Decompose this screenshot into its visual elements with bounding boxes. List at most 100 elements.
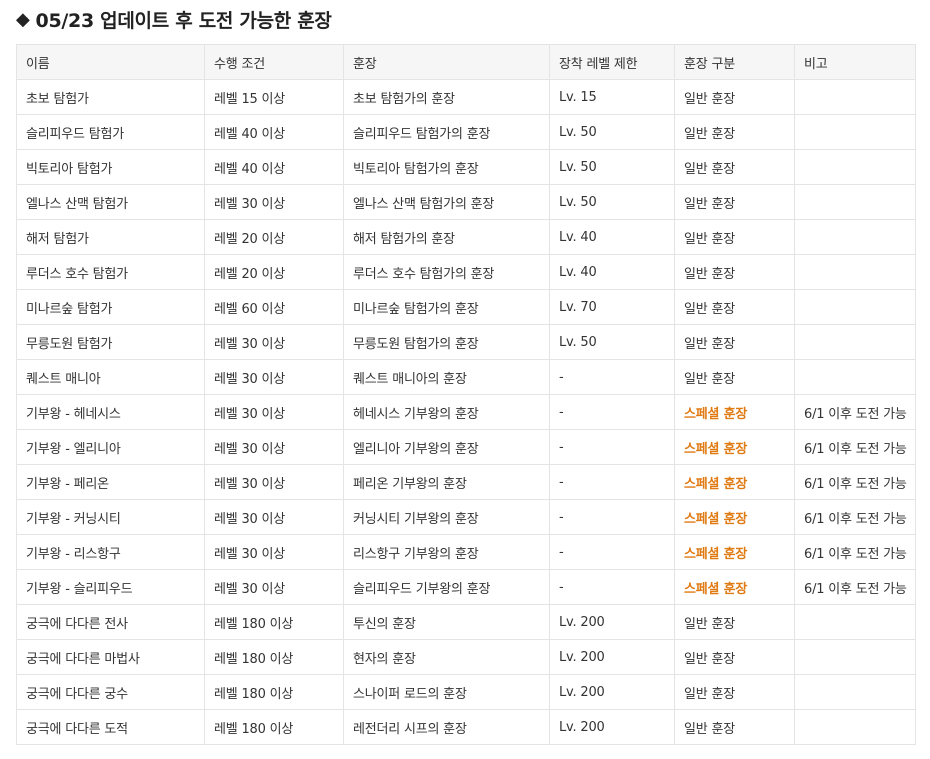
cell-name: 기부왕 - 리스항구 [16, 534, 205, 570]
cell-medal: 초보 탐험가의 훈장 [343, 79, 550, 115]
cell-medal-type: 일반 훈장 [674, 289, 795, 325]
cell-note [794, 674, 916, 710]
cell-condition: 레벨 180 이상 [204, 674, 344, 710]
header-level-limit: 장착 레벨 제한 [549, 44, 675, 80]
cell-level-limit: Lv. 40 [549, 219, 675, 255]
cell-name: 슬리피우드 탐험가 [16, 114, 205, 150]
cell-medal-type: 스페셜 훈장 [674, 499, 795, 535]
cell-note: 6/1 이후 도전 가능 [794, 429, 916, 465]
cell-name: 기부왕 - 커닝시티 [16, 499, 205, 535]
cell-condition: 레벨 30 이상 [204, 184, 344, 220]
cell-medal: 미나르숲 탐험가의 훈장 [343, 289, 550, 325]
table-row: 엘나스 산맥 탐험가 레벨 30 이상 엘나스 산맥 탐험가의 훈장 Lv. 50 일반… [16, 184, 916, 220]
cell-medal-type: 일반 훈장 [674, 254, 795, 290]
cell-level-limit: - [549, 394, 675, 430]
table-row: 퀘스트 매니아 레벨 30 이상 퀘스트 매니아의 훈장 - 일반 훈장 [16, 359, 916, 395]
table-row: 루더스 호수 탐험가 레벨 20 이상 루더스 호수 탐험가의 훈장 Lv. 40 일반… [16, 254, 916, 290]
table-row: 초보 탐험가 레벨 15 이상 초보 탐험가의 훈장 Lv. 15 일반 훈장 [16, 79, 916, 115]
cell-note: 6/1 이후 도전 가능 [794, 394, 916, 430]
cell-condition: 레벨 30 이상 [204, 464, 344, 500]
cell-name: 빅토리아 탐험가 [16, 149, 205, 185]
cell-medal: 슬리피우드 탐험가의 훈장 [343, 114, 550, 150]
cell-medal-type: 일반 훈장 [674, 674, 795, 710]
cell-medal: 현자의 훈장 [343, 639, 550, 675]
cell-note [794, 639, 916, 675]
cell-medal: 리스항구 기부왕의 훈장 [343, 534, 550, 570]
cell-note: 6/1 이후 도전 가능 [794, 534, 916, 570]
cell-name: 궁극에 다다른 궁수 [16, 674, 205, 710]
table-row: 궁극에 다다른 도적 레벨 180 이상 레전더리 시프의 훈장 Lv. 200 일반 … [16, 709, 916, 745]
table-row: 기부왕 - 헤네시스 레벨 30 이상 헤네시스 기부왕의 훈장 - 스페셜 훈장 6/1… [16, 394, 916, 430]
cell-condition: 레벨 30 이상 [204, 534, 344, 570]
cell-level-limit: - [549, 359, 675, 395]
cell-note: 6/1 이후 도전 가능 [794, 569, 916, 605]
cell-note: 6/1 이후 도전 가능 [794, 499, 916, 535]
cell-condition: 레벨 30 이상 [204, 569, 344, 605]
cell-medal-type: 일반 훈장 [674, 219, 795, 255]
cell-medal-type: 일반 훈장 [674, 79, 795, 115]
table-row: 기부왕 - 커닝시티 레벨 30 이상 커닝시티 기부왕의 훈장 - 스페셜 훈장 6/1… [16, 499, 916, 535]
cell-condition: 레벨 40 이상 [204, 149, 344, 185]
cell-note: 6/1 이후 도전 가능 [794, 464, 916, 500]
cell-condition: 레벨 180 이상 [204, 604, 344, 640]
cell-medal: 슬리피우드 기부왕의 훈장 [343, 569, 550, 605]
cell-condition: 레벨 60 이상 [204, 289, 344, 325]
cell-medal-type: 스페셜 훈장 [674, 464, 795, 500]
table-row: 슬리피우드 탐험가 레벨 40 이상 슬리피우드 탐험가의 훈장 Lv. 50 일반 훈… [16, 114, 916, 150]
cell-level-limit: Lv. 70 [549, 289, 675, 325]
page-title: ◆ 05/23 업데이트 후 도전 가능한 훈장 [16, 5, 332, 33]
table-body: 초보 탐험가 레벨 15 이상 초보 탐험가의 훈장 Lv. 15 일반 훈장 슬리피우드… [16, 79, 916, 745]
header-medal-type: 훈장 구분 [674, 44, 795, 80]
cell-name: 엘나스 산맥 탐험가 [16, 184, 205, 220]
cell-name: 기부왕 - 헤네시스 [16, 394, 205, 430]
table-row: 궁극에 다다른 궁수 레벨 180 이상 스나이퍼 로드의 훈장 Lv. 200 일반 … [16, 674, 916, 710]
cell-name: 퀘스트 매니아 [16, 359, 205, 395]
cell-level-limit: Lv. 50 [549, 184, 675, 220]
cell-level-limit: Lv. 50 [549, 114, 675, 150]
cell-level-limit: Lv. 15 [549, 79, 675, 115]
diamond-icon: ◆ [16, 8, 30, 30]
cell-medal-type: 일반 훈장 [674, 639, 795, 675]
cell-note [794, 219, 916, 255]
cell-medal: 스나이퍼 로드의 훈장 [343, 674, 550, 710]
cell-condition: 레벨 15 이상 [204, 79, 344, 115]
header-name: 이름 [16, 44, 205, 80]
cell-note [794, 79, 916, 115]
cell-note [794, 604, 916, 640]
cell-medal: 엘리니아 기부왕의 훈장 [343, 429, 550, 465]
cell-name: 초보 탐험가 [16, 79, 205, 115]
table-row: 기부왕 - 리스항구 레벨 30 이상 리스항구 기부왕의 훈장 - 스페셜 훈장 6/1… [16, 534, 916, 570]
cell-condition: 레벨 30 이상 [204, 324, 344, 360]
cell-level-limit: - [549, 464, 675, 500]
table-row: 무릉도원 탐험가 레벨 30 이상 무릉도원 탐험가의 훈장 Lv. 50 일반 훈장 [16, 324, 916, 360]
cell-medal: 퀘스트 매니아의 훈장 [343, 359, 550, 395]
cell-name: 궁극에 다다른 마법사 [16, 639, 205, 675]
cell-name: 기부왕 - 페리온 [16, 464, 205, 500]
cell-level-limit: Lv. 200 [549, 604, 675, 640]
cell-level-limit: Lv. 200 [549, 709, 675, 745]
cell-medal-type: 일반 훈장 [674, 149, 795, 185]
cell-medal: 루더스 호수 탐험가의 훈장 [343, 254, 550, 290]
cell-level-limit: Lv. 50 [549, 149, 675, 185]
table-row: 해저 탐험가 레벨 20 이상 해저 탐험가의 훈장 Lv. 40 일반 훈장 [16, 219, 916, 255]
cell-level-limit: Lv. 200 [549, 674, 675, 710]
cell-note [794, 114, 916, 150]
medal-table: 이름 수행 조건 훈장 장착 레벨 제한 훈장 구분 비고 초보 탐험가 레벨 1… [16, 44, 916, 745]
cell-note [794, 149, 916, 185]
cell-medal: 페리온 기부왕의 훈장 [343, 464, 550, 500]
header-condition: 수행 조건 [204, 44, 344, 80]
table-row: 빅토리아 탐험가 레벨 40 이상 빅토리아 탐험가의 훈장 Lv. 50 일반 훈장 [16, 149, 916, 185]
table-row: 궁극에 다다른 전사 레벨 180 이상 투신의 훈장 Lv. 200 일반 훈장 [16, 604, 916, 640]
cell-medal-type: 스페셜 훈장 [674, 569, 795, 605]
cell-condition: 레벨 30 이상 [204, 499, 344, 535]
table-row: 미나르숲 탐험가 레벨 60 이상 미나르숲 탐험가의 훈장 Lv. 70 일반 훈장 [16, 289, 916, 325]
cell-medal-type: 일반 훈장 [674, 114, 795, 150]
cell-name: 무릉도원 탐험가 [16, 324, 205, 360]
header-medal: 훈장 [343, 44, 550, 80]
cell-condition: 레벨 180 이상 [204, 709, 344, 745]
cell-medal: 헤네시스 기부왕의 훈장 [343, 394, 550, 430]
cell-name: 미나르숲 탐험가 [16, 289, 205, 325]
cell-name: 궁극에 다다른 도적 [16, 709, 205, 745]
cell-level-limit: - [549, 429, 675, 465]
cell-condition: 레벨 40 이상 [204, 114, 344, 150]
